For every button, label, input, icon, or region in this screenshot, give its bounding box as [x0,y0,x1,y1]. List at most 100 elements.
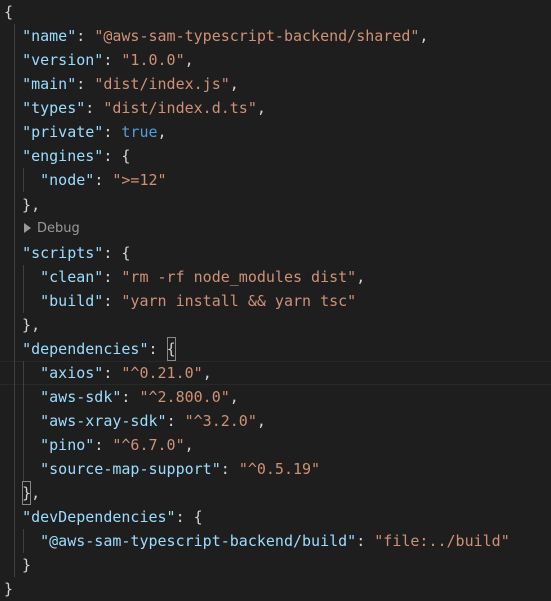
code-token: }, [4,316,41,334]
code-token: } [4,580,14,598]
code-line[interactable]: { [0,0,13,24]
code-line[interactable]: "@aws-sam-typescript-backend/build": "fi… [0,529,510,553]
code-token: : [76,27,95,45]
code-token: }, [4,196,41,214]
code-token: , [356,268,366,286]
code-token: : [94,436,113,454]
code-token: , [31,484,41,502]
code-token: "version" [22,51,104,69]
indent-guide [23,529,24,553]
code-token: "clean" [40,268,104,286]
code-token: "dist/index.d.ts" [103,99,257,117]
code-token: "build" [40,292,104,310]
code-token: "dist/index.js" [94,75,230,93]
code-token: : [148,340,167,358]
code-line[interactable]: "types": "dist/index.d.ts", [0,96,266,120]
code-token: : [103,51,122,69]
code-token: : [103,268,122,286]
code-token: "node" [40,171,95,189]
code-line[interactable]: "aws-xray-sdk": "^3.2.0", [0,409,266,433]
code-line[interactable]: "version": "1.0.0", [0,48,194,72]
code-token: , [157,123,167,141]
code-token: "^0.5.19" [238,460,321,478]
code-token: "scripts" [22,244,104,262]
code-line[interactable]: "name": "@aws-sam-typescript-backend/sha… [0,24,428,48]
indent-guide [14,24,15,577]
code-token: "dependencies" [22,340,149,358]
code-line[interactable]: "main": "dist/index.js", [0,72,239,96]
code-token: "aws-sdk" [40,388,122,406]
code-editor[interactable]: { "name": "@aws-sam-typescript-backend/s… [0,0,551,601]
code-token: , [184,436,194,454]
code-token: "^3.2.0" [184,412,257,430]
code-line[interactable]: "clean": "rm -rf node_modules dist", [0,265,365,289]
code-token: "types" [22,99,86,117]
code-token: "@aws-sam-typescript-backend/build" [40,532,357,550]
matched-bracket: } [22,481,32,505]
code-token: "devDependencies" [22,508,176,526]
code-token: "@aws-sam-typescript-backend/shared" [94,27,420,45]
code-token: "rm -rf node_modules dist" [121,268,357,286]
code-line[interactable]: "pino": "^6.7.0", [0,433,194,457]
code-token: "pino" [40,436,95,454]
debug-codelens-label: Debug [37,221,80,236]
debug-codelens[interactable]: Debug [24,217,80,241]
code-token: , [229,75,239,93]
code-line[interactable]: "private": true, [0,120,167,144]
code-token: : [76,75,95,93]
code-token: "aws-xray-sdk" [40,412,167,430]
code-token: : [103,123,122,141]
code-token: "^6.7.0" [112,436,185,454]
matched-bracket: { [166,337,176,361]
code-token: "yarn install && yarn tsc" [121,292,357,310]
code-line[interactable]: }, [0,481,40,505]
code-token: "axios" [40,364,104,382]
code-token: "engines" [22,147,104,165]
code-line[interactable]: "source-map-support": "^0.5.19" [0,457,320,481]
indent-guide [23,361,24,481]
code-token: "private" [22,123,104,141]
code-token: ">=12" [112,171,167,189]
code-token: "^0.21.0" [121,364,203,382]
code-token: : { [103,147,131,165]
code-token: : [356,532,375,550]
code-line[interactable]: }, [0,313,40,337]
code-line[interactable]: "aws-sdk": "^2.800.0", [0,385,239,409]
code-token: "source-map-support" [40,460,221,478]
code-token: "^2.800.0" [139,388,230,406]
code-line[interactable]: "axios": "^0.21.0", [0,361,551,385]
indent-guide [23,265,24,313]
code-line[interactable]: "node": ">=12" [0,168,167,192]
code-token: { [4,3,14,21]
code-line[interactable]: "dependencies": { [0,337,176,361]
code-token: : { [103,244,131,262]
code-token: : [121,388,140,406]
code-line[interactable]: }, [0,193,40,217]
code-token: , [256,99,266,117]
code-token: , [256,412,266,430]
code-token: "main" [22,75,77,93]
code-token: , [184,51,194,69]
play-triangle-icon [24,223,31,233]
code-token: } [4,556,32,574]
code-token: "file:../build" [374,532,510,550]
code-token: : [220,460,239,478]
code-line[interactable]: "build": "yarn install && yarn tsc" [0,289,356,313]
code-token: "1.0.0" [121,51,185,69]
code-line[interactable]: "engines": { [0,144,130,168]
code-token: , [202,364,212,382]
indent-guide [23,168,24,192]
code-token: : [94,171,113,189]
code-line[interactable]: } [0,577,13,601]
code-line[interactable]: "scripts": { [0,241,130,265]
code-token: : [103,364,122,382]
code-token: true [121,123,158,141]
code-token: : { [175,508,203,526]
code-token: "name" [22,27,77,45]
code-token: , [229,388,239,406]
code-token: : [85,99,104,117]
code-token: : [103,292,122,310]
code-token: : [166,412,185,430]
code-line[interactable]: "devDependencies": { [0,505,203,529]
code-token: , [419,27,429,45]
